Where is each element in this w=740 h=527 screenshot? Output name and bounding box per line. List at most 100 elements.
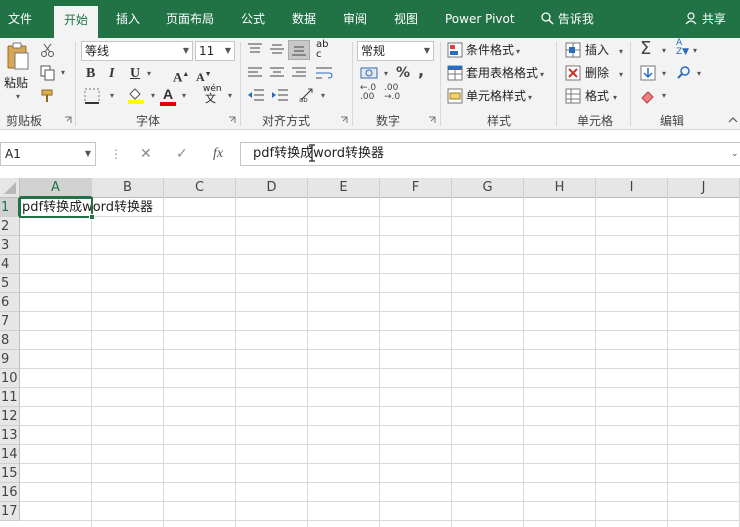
align-middle-icon[interactable] (268, 42, 286, 56)
autosum-icon[interactable]: Σ (640, 39, 651, 59)
align-bottom-button[interactable] (288, 40, 310, 60)
format-painter-icon[interactable] (40, 88, 56, 104)
sort-filter-icon[interactable]: A Z▼ (676, 39, 689, 57)
cut-icon[interactable] (40, 42, 56, 58)
fill-down-icon[interactable] (640, 65, 656, 81)
format-cells-button[interactable]: 格式 ▾ (585, 87, 617, 107)
column-header-g[interactable]: G (452, 178, 524, 198)
row-header-6[interactable]: 6 (0, 293, 20, 312)
column-header-f[interactable]: F (380, 178, 452, 198)
border-dropdown-icon[interactable]: ▾ (110, 91, 114, 100)
font-launcher-icon[interactable] (228, 116, 236, 124)
increase-decimal-button[interactable]: ←.0.00 (360, 84, 376, 102)
tab-home[interactable]: 开始 (54, 6, 98, 38)
tab-file[interactable]: 文件 (8, 0, 32, 38)
row-header-15[interactable]: 15 (0, 464, 20, 483)
row-header-3[interactable]: 3 (0, 236, 20, 255)
italic-button[interactable]: I (109, 64, 114, 84)
number-launcher-icon[interactable] (428, 116, 436, 124)
clear-icon[interactable] (640, 88, 656, 104)
autosum-dropdown-icon[interactable]: ▾ (662, 46, 666, 55)
bold-button[interactable]: B (86, 64, 95, 84)
insert-function-icon[interactable]: fx (213, 142, 223, 166)
spreadsheet-grid[interactable]: A B C D E F G H I J 1 2 3 4 5 6 7 8 9 10… (0, 178, 740, 527)
fill-handle[interactable] (89, 214, 95, 220)
tell-me-search[interactable]: 告诉我 (540, 0, 594, 38)
clipboard-launcher-icon[interactable] (64, 116, 72, 124)
number-format-select[interactable]: 常规 ▼ (357, 41, 434, 61)
delete-cells-button[interactable]: 删除 ▾ (585, 64, 623, 84)
accounting-format-icon[interactable] (360, 65, 380, 81)
row-header-5[interactable]: 5 (0, 274, 20, 293)
tab-view[interactable]: 视图 (394, 0, 418, 38)
column-header-e[interactable]: E (308, 178, 380, 198)
orientation-icon[interactable]: ab c (316, 40, 328, 60)
align-left-icon[interactable] (246, 66, 264, 80)
expand-formula-bar-icon[interactable]: ⌄ (731, 142, 739, 166)
column-header-a[interactable]: A (20, 178, 92, 198)
column-header-j[interactable]: J (668, 178, 740, 198)
row-header-14[interactable]: 14 (0, 445, 20, 464)
name-box[interactable]: A1 ▼ (0, 142, 96, 166)
column-header-c[interactable]: C (164, 178, 236, 198)
align-center-icon[interactable] (268, 66, 286, 80)
conditional-format-button[interactable]: 条件格式 ▾ (466, 41, 520, 61)
font-color-icon[interactable]: A (163, 84, 173, 104)
row-header-10[interactable]: 10 (0, 369, 20, 388)
tab-review[interactable]: 审阅 (343, 0, 367, 38)
border-icon[interactable] (84, 88, 102, 104)
tab-page-layout[interactable]: 页面布局 (166, 0, 214, 38)
fill-color-dropdown-icon[interactable]: ▾ (151, 91, 155, 100)
collapse-ribbon-icon[interactable] (728, 116, 738, 124)
row-header-2[interactable]: 2 (0, 217, 20, 236)
comma-style-button[interactable]: , (418, 62, 424, 80)
decrease-decimal-button[interactable]: .00 →.0 (384, 84, 400, 102)
clear-dropdown-icon[interactable]: ▾ (662, 91, 666, 100)
font-name-select[interactable]: 等线 ▼ (81, 41, 193, 61)
row-header-16[interactable]: 16 (0, 483, 20, 502)
tab-data[interactable]: 数据 (292, 0, 316, 38)
row-header-13[interactable]: 13 (0, 426, 20, 445)
find-select-icon[interactable] (676, 65, 692, 81)
phonetic-dropdown-icon[interactable]: ▾ (228, 91, 232, 100)
align-top-icon[interactable] (246, 42, 264, 56)
grow-font-button[interactable]: A▲ (173, 64, 189, 84)
merge-dropdown-icon[interactable]: ▾ (321, 91, 325, 100)
insert-cells-button[interactable]: 插入 ▾ (585, 41, 623, 61)
format-as-table-button[interactable]: 套用表格格式 ▾ (466, 64, 544, 84)
column-header-h[interactable]: H (524, 178, 596, 198)
copy-icon[interactable] (40, 65, 56, 81)
column-header-b[interactable]: B (92, 178, 164, 198)
paste-icon[interactable] (6, 42, 30, 72)
row-header-12[interactable]: 12 (0, 407, 20, 426)
tab-formulas[interactable]: 公式 (241, 0, 265, 38)
row-header-4[interactable]: 4 (0, 255, 20, 274)
underline-dropdown-icon[interactable]: ▾ (147, 69, 151, 78)
row-header-17[interactable]: 17 (0, 502, 20, 521)
underline-button[interactable]: U (130, 64, 140, 84)
column-header-d[interactable]: D (236, 178, 308, 198)
cancel-icon[interactable]: ✕ (140, 142, 152, 166)
shrink-font-button[interactable]: A▼ (196, 64, 212, 84)
row-header-1[interactable]: 1 (0, 198, 20, 217)
tab-power-pivot[interactable]: Power Pivot (445, 0, 515, 38)
align-right-icon[interactable] (290, 66, 308, 80)
share-button[interactable]: 共享 (684, 0, 726, 38)
fill-dropdown-icon[interactable]: ▾ (662, 69, 666, 78)
font-color-dropdown-icon[interactable]: ▾ (182, 91, 186, 100)
cell-styles-button[interactable]: 单元格样式 ▾ (466, 87, 532, 107)
row-header-7[interactable]: 7 (0, 312, 20, 331)
paste-dropdown-icon[interactable]: ▾ (16, 92, 20, 101)
sort-dropdown-icon[interactable]: ▾ (693, 46, 697, 55)
merge-cells-icon[interactable]: ab (298, 86, 316, 104)
font-size-select[interactable]: 11 ▼ (195, 41, 235, 61)
wrap-text-icon[interactable] (314, 66, 334, 80)
select-all-corner[interactable] (0, 178, 20, 198)
percent-style-button[interactable]: % (396, 64, 410, 82)
decrease-indent-icon[interactable] (246, 88, 266, 102)
fill-color-icon[interactable] (127, 86, 145, 104)
row-header-11[interactable]: 11 (0, 388, 20, 407)
increase-indent-icon[interactable] (270, 88, 290, 102)
row-header-8[interactable]: 8 (0, 331, 20, 350)
copy-dropdown-icon[interactable]: ▾ (61, 68, 65, 77)
